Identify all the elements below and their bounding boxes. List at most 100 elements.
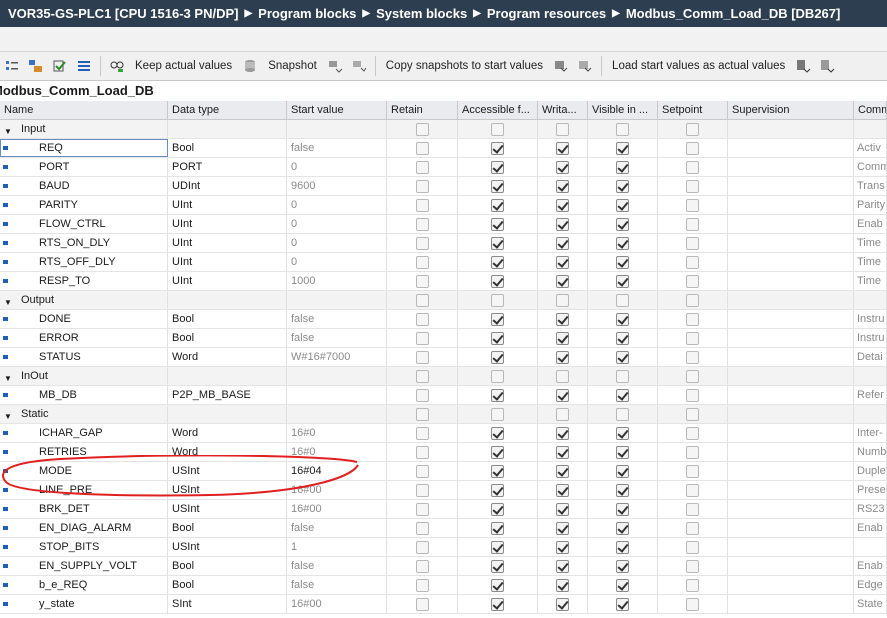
cell-data-type[interactable]: Bool bbox=[168, 329, 287, 347]
cell-comment[interactable]: Time bbox=[854, 253, 887, 271]
accessible-checkbox[interactable] bbox=[491, 597, 504, 611]
writable-checkbox[interactable] bbox=[556, 274, 569, 288]
visible-checkbox[interactable] bbox=[616, 274, 629, 288]
accessible-checkbox[interactable] bbox=[491, 426, 504, 440]
writable-checkbox[interactable] bbox=[556, 464, 569, 478]
visible-checkbox[interactable] bbox=[616, 122, 629, 136]
accessible-checkbox[interactable] bbox=[491, 198, 504, 212]
cell-data-type[interactable]: Bool bbox=[168, 519, 287, 537]
cell-supervision[interactable] bbox=[728, 481, 854, 499]
cell-comment[interactable]: Refer bbox=[854, 386, 887, 404]
writable-checkbox[interactable] bbox=[556, 236, 569, 250]
writable-checkbox[interactable] bbox=[556, 407, 569, 421]
table-row[interactable]: y_state SInt 16#00 State bbox=[0, 595, 887, 614]
visible-checkbox[interactable] bbox=[616, 331, 629, 345]
cell-start-value[interactable]: 0 bbox=[287, 215, 387, 233]
breadcrumb-item[interactable]: VOR35-GS-PLC1 [CPU 1516-3 PN/DP] bbox=[8, 6, 238, 21]
setpoint-checkbox[interactable] bbox=[686, 388, 699, 402]
cell-comment[interactable]: Trans bbox=[854, 177, 887, 195]
cell-supervision[interactable] bbox=[728, 310, 854, 328]
retain-checkbox[interactable] bbox=[415, 502, 429, 516]
cell-name[interactable]: PARITY bbox=[0, 196, 168, 214]
cell-supervision[interactable] bbox=[728, 538, 854, 556]
cell-supervision[interactable] bbox=[728, 462, 854, 480]
cell-supervision[interactable] bbox=[728, 386, 854, 404]
table-row[interactable]: RTS_OFF_DLY UInt 0 Time bbox=[0, 253, 887, 272]
table-row[interactable]: BRK_DET USInt 16#00 RS23 bbox=[0, 500, 887, 519]
cell-comment[interactable] bbox=[854, 367, 887, 385]
cell-comment[interactable]: Duple bbox=[854, 462, 887, 480]
visible-checkbox[interactable] bbox=[616, 350, 629, 364]
accessible-checkbox[interactable] bbox=[491, 407, 504, 421]
retain-checkbox[interactable] bbox=[415, 198, 429, 212]
writable-checkbox[interactable] bbox=[556, 255, 569, 269]
cell-data-type[interactable]: USInt bbox=[168, 481, 287, 499]
visible-checkbox[interactable] bbox=[616, 255, 629, 269]
cell-name[interactable]: RETRIES bbox=[0, 443, 168, 461]
col-visible[interactable]: Visible in ... bbox=[588, 101, 658, 119]
accessible-checkbox[interactable] bbox=[491, 179, 504, 193]
col-accessible[interactable]: Accessible f... bbox=[458, 101, 538, 119]
setpoint-checkbox[interactable] bbox=[686, 160, 699, 174]
visible-checkbox[interactable] bbox=[616, 293, 629, 307]
cell-start-value[interactable]: false bbox=[287, 139, 387, 157]
cell-comment[interactable]: Enab bbox=[854, 519, 887, 537]
list-view-icon[interactable] bbox=[75, 57, 93, 75]
writable-checkbox[interactable] bbox=[556, 293, 569, 307]
cell-start-value[interactable]: false bbox=[287, 310, 387, 328]
cell-comment[interactable]: State bbox=[854, 595, 887, 613]
cell-start-value[interactable] bbox=[287, 405, 387, 423]
visible-checkbox[interactable] bbox=[616, 559, 629, 573]
cell-name[interactable]: BRK_DET bbox=[0, 500, 168, 518]
breadcrumb-item[interactable]: Program resources bbox=[487, 6, 606, 21]
col-name[interactable]: Name bbox=[0, 101, 168, 119]
writable-checkbox[interactable] bbox=[556, 179, 569, 193]
collapse-triangle-icon[interactable]: ▼ bbox=[4, 294, 12, 309]
writable-checkbox[interactable] bbox=[556, 350, 569, 364]
retain-checkbox[interactable] bbox=[415, 122, 429, 136]
collapse-triangle-icon[interactable]: ▼ bbox=[4, 123, 12, 138]
cell-data-type[interactable]: UInt bbox=[168, 234, 287, 252]
accessible-checkbox[interactable] bbox=[491, 350, 504, 364]
retain-checkbox[interactable] bbox=[415, 350, 429, 364]
edit-checkmark-icon[interactable] bbox=[51, 57, 69, 75]
cell-name[interactable]: MB_DB bbox=[0, 386, 168, 404]
setpoint-checkbox[interactable] bbox=[686, 350, 699, 364]
cell-data-type[interactable]: UInt bbox=[168, 272, 287, 290]
table-row[interactable]: PORT PORT 0 Comm bbox=[0, 158, 887, 177]
cell-comment[interactable]: Activ bbox=[854, 139, 887, 157]
cell-supervision[interactable] bbox=[728, 595, 854, 613]
cell-start-value[interactable]: false bbox=[287, 329, 387, 347]
table-row[interactable]: EN_SUPPLY_VOLT Bool false Enab bbox=[0, 557, 887, 576]
add-row-icon[interactable] bbox=[27, 57, 45, 75]
cell-supervision[interactable] bbox=[728, 519, 854, 537]
cell-data-type[interactable]: UInt bbox=[168, 215, 287, 233]
cell-data-type[interactable]: Bool bbox=[168, 557, 287, 575]
cell-supervision[interactable] bbox=[728, 348, 854, 366]
cell-comment[interactable]: Numb bbox=[854, 443, 887, 461]
writable-checkbox[interactable] bbox=[556, 122, 569, 136]
snapshot-button[interactable]: Snapshot bbox=[268, 60, 317, 72]
writable-checkbox[interactable] bbox=[556, 521, 569, 535]
table-row[interactable]: EN_DIAG_ALARM Bool false Enab bbox=[0, 519, 887, 538]
retain-checkbox[interactable] bbox=[415, 559, 429, 573]
visible-checkbox[interactable] bbox=[616, 198, 629, 212]
setpoint-checkbox[interactable] bbox=[686, 445, 699, 459]
setpoint-checkbox[interactable] bbox=[686, 426, 699, 440]
cell-supervision[interactable] bbox=[728, 443, 854, 461]
cell-comment[interactable] bbox=[854, 538, 887, 556]
breadcrumb-item[interactable]: Program blocks bbox=[258, 6, 356, 21]
writable-checkbox[interactable] bbox=[556, 198, 569, 212]
table-row[interactable]: ICHAR_GAP Word 16#0 Inter- bbox=[0, 424, 887, 443]
cell-data-type[interactable]: UInt bbox=[168, 196, 287, 214]
cell-name[interactable]: ▼ Output bbox=[0, 291, 168, 309]
accessible-checkbox[interactable] bbox=[491, 331, 504, 345]
cell-data-type[interactable] bbox=[168, 291, 287, 309]
cell-supervision[interactable] bbox=[728, 253, 854, 271]
visible-checkbox[interactable] bbox=[616, 179, 629, 193]
col-writable[interactable]: Writa... bbox=[538, 101, 588, 119]
table-row[interactable]: b_e_REQ Bool false Edge bbox=[0, 576, 887, 595]
cell-name[interactable]: b_e_REQ bbox=[0, 576, 168, 594]
retain-checkbox[interactable] bbox=[415, 217, 429, 231]
cell-supervision[interactable] bbox=[728, 120, 854, 138]
